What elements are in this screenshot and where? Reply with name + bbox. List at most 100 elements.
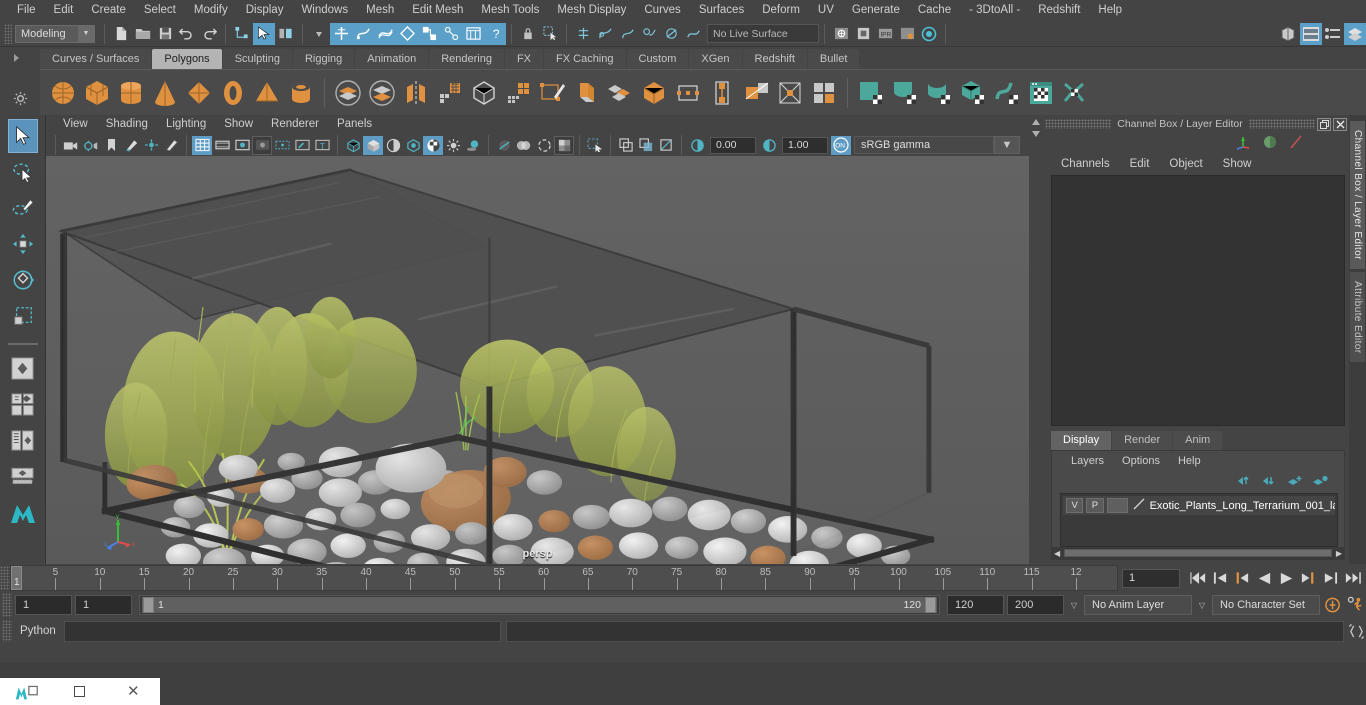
use-default-lighting-icon[interactable] <box>423 135 443 155</box>
mirror-icon[interactable] <box>399 74 433 112</box>
gamma-value[interactable]: 1.00 <box>782 136 828 154</box>
menu-item-deform[interactable]: Deform <box>753 0 809 21</box>
select-by-component-icon[interactable] <box>275 23 297 45</box>
menu-item-mesh-tools[interactable]: Mesh Tools <box>472 0 548 21</box>
menu-item-cache[interactable]: Cache <box>909 0 960 21</box>
perspective-viewport[interactable]: y x z persp <box>46 156 1029 564</box>
select-by-object-icon[interactable] <box>253 22 275 45</box>
viewport-menu-view[interactable]: View <box>54 115 97 134</box>
live-surface-field[interactable]: No Live Surface <box>707 24 819 43</box>
scroll-thumb[interactable] <box>1064 549 1332 557</box>
menu-item-mesh[interactable]: Mesh <box>357 0 403 21</box>
menu-item-redshift[interactable]: Redshift <box>1029 0 1089 21</box>
channel-box-menu-channels[interactable]: Channels <box>1051 158 1120 170</box>
range-slider-bar[interactable]: 1 120 <box>142 597 937 613</box>
panel-drag-grip-right[interactable] <box>1248 119 1315 129</box>
animation-preferences-icon[interactable] <box>1323 595 1343 615</box>
hypershade-icon[interactable] <box>918 23 940 45</box>
shadows-icon[interactable] <box>463 136 483 155</box>
snap-to-point-icon[interactable] <box>616 23 638 45</box>
shelf-tab-fx-caching[interactable]: FX Caching <box>544 49 626 69</box>
mask-polygons-icon[interactable] <box>396 22 418 45</box>
smooth-icon[interactable] <box>433 74 467 112</box>
exposure-icon[interactable] <box>687 136 707 155</box>
shelf-tab-sculpting[interactable]: Sculpting <box>222 49 292 69</box>
uv-unfold-icon[interactable] <box>990 74 1024 112</box>
layer-menu-help[interactable]: Help <box>1169 455 1210 467</box>
menu-item-edit[interactable]: Edit <box>45 0 83 21</box>
exposure-value[interactable]: 0.00 <box>710 136 756 154</box>
combine-icon[interactable] <box>331 74 365 112</box>
mask-misc-icon[interactable]: ? <box>484 22 506 45</box>
paint-select-tool-icon[interactable] <box>8 191 38 225</box>
shelf-tab-redshift[interactable]: Redshift <box>742 49 807 69</box>
grid-toggle-icon[interactable] <box>192 135 212 155</box>
shade-wireframe-icon[interactable] <box>383 136 403 155</box>
gate-mask-icon[interactable] <box>252 135 272 155</box>
status-line-grip[interactable] <box>4 23 12 44</box>
redo-icon[interactable] <box>198 23 220 45</box>
layer-color-swatch[interactable] <box>1106 498 1128 513</box>
command-input-field[interactable] <box>64 620 501 642</box>
polygon-pipe-icon[interactable] <box>284 74 318 112</box>
menu-item-surfaces[interactable]: Surfaces <box>690 0 753 21</box>
select-camera-icon[interactable] <box>61 136 81 155</box>
wireframe-shading-icon[interactable] <box>343 136 363 155</box>
time-slider-grip[interactable] <box>0 566 10 590</box>
manipulator-axis-icon[interactable] <box>1236 134 1252 153</box>
step-back-frame-icon[interactable] <box>1210 568 1230 588</box>
command-line-grip[interactable] <box>2 620 12 642</box>
create-polygon-tool-icon[interactable] <box>671 74 705 112</box>
animation-start-time-field[interactable]: 1 <box>15 595 72 615</box>
uv-planar-icon[interactable] <box>854 74 888 112</box>
channel-box-menu-show[interactable]: Show <box>1213 158 1262 170</box>
color-space-selector[interactable]: sRGB gamma <box>854 136 994 154</box>
menu-set-selector[interactable]: Modeling ▼ <box>15 24 95 43</box>
screen-space-ao-icon[interactable] <box>494 136 514 155</box>
motion-blur-icon[interactable] <box>514 136 534 155</box>
range-slider-grip[interactable] <box>2 593 12 617</box>
snap-to-projected-center-icon[interactable] <box>638 23 660 45</box>
outliner-persp-layout-icon[interactable] <box>8 423 38 457</box>
red-slash-icon[interactable] <box>1288 134 1304 153</box>
anti-aliasing-icon[interactable] <box>534 136 554 155</box>
menu-item-uv[interactable]: UV <box>809 0 843 21</box>
toggle-modeling-toolkit-icon[interactable] <box>1278 23 1300 45</box>
shelf-settings-gear-icon[interactable] <box>13 91 28 109</box>
uv-layout-icon[interactable] <box>1058 74 1092 112</box>
uv-editor-icon[interactable] <box>1024 74 1058 112</box>
lasso-select-tool-icon[interactable] <box>8 155 38 189</box>
reduce-icon[interactable] <box>501 74 535 112</box>
polygon-cone-icon[interactable] <box>148 74 182 112</box>
color-management-icon[interactable] <box>554 135 574 155</box>
channel-box-content-area[interactable] <box>1051 175 1345 426</box>
snap-to-grid-icon[interactable] <box>572 23 594 45</box>
scene-lights-icon[interactable] <box>443 136 463 155</box>
new-scene-icon[interactable] <box>110 23 132 45</box>
menu-item-generate[interactable]: Generate <box>843 0 909 21</box>
shelf-tab-xgen[interactable]: XGen <box>689 49 742 69</box>
make-live-icon[interactable] <box>682 23 704 45</box>
polygon-cube-icon[interactable] <box>80 74 114 112</box>
menu-item-modify[interactable]: Modify <box>185 0 237 21</box>
menu-item-edit-mesh[interactable]: Edit Mesh <box>403 0 472 21</box>
anim-layer-chevron-down-icon[interactable]: ▽ <box>1067 601 1081 610</box>
ipr-render-icon[interactable]: IPR <box>874 23 896 45</box>
bevel-icon[interactable] <box>603 74 637 112</box>
chevron-down-icon[interactable]: ▼ <box>78 25 94 42</box>
step-back-key-icon[interactable] <box>1232 568 1252 588</box>
viewport-scroll-strip[interactable] <box>1029 115 1043 564</box>
selection-mask-dropdown-icon[interactable] <box>308 23 330 45</box>
character-set-dropdown[interactable]: No Character Set <box>1212 595 1320 615</box>
layer-list[interactable]: V P Exotic_Plants_Long_Terrarium_001_lay <box>1060 493 1338 547</box>
layer-menu-layers[interactable]: Layers <box>1062 455 1113 467</box>
toggle-attribute-editor-icon[interactable] <box>1300 22 1322 45</box>
close-window-button[interactable]: ✕ <box>107 678 160 705</box>
viewport-menu-shading[interactable]: Shading <box>97 115 157 134</box>
shelf-tab-curves-surfaces[interactable]: Curves / Surfaces <box>40 49 152 69</box>
render-sequence-icon[interactable] <box>852 23 874 45</box>
step-forward-key-icon[interactable] <box>1298 568 1318 588</box>
hypershade-layout-icon[interactable] <box>8 459 38 493</box>
safe-action-icon[interactable] <box>292 136 312 155</box>
scale-tool-icon[interactable] <box>8 299 38 333</box>
